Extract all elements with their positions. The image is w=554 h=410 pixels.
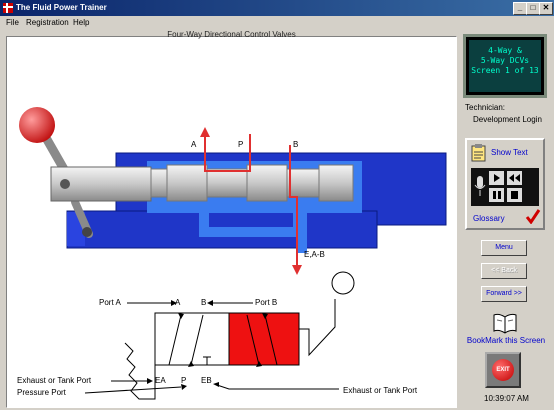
- show-text-link[interactable]: Show Text: [491, 148, 528, 157]
- symbol-eb-letter: EB: [201, 376, 212, 385]
- menu-file[interactable]: File: [6, 17, 19, 29]
- pressure-port-label: Pressure Port: [17, 388, 67, 397]
- exhaust-right-label: Exhaust or Tank Port: [343, 386, 418, 395]
- stop-button[interactable]: [507, 188, 522, 202]
- symbol-port-a-label: Port A: [99, 298, 121, 307]
- clock: 10:39:07 AM: [484, 394, 529, 403]
- exit-label: EXIT: [492, 359, 514, 381]
- valve-port-b-label: B: [293, 140, 298, 149]
- exhaust-right-leader: [216, 384, 339, 390]
- menu-registration[interactable]: Registration: [26, 17, 69, 29]
- window-title: The Fluid Power Trainer: [16, 3, 107, 12]
- checkmark-icon: [525, 209, 541, 224]
- pause-button[interactable]: [489, 188, 504, 202]
- media-controls: [471, 168, 539, 206]
- screen-line-2: 5-Way DCVs: [480, 56, 530, 65]
- screen-line-3: Screen 1 of 13: [471, 66, 539, 75]
- tools-panel: Show Text Glossary: [465, 138, 545, 230]
- symbol-port-b-label: Port B: [255, 298, 277, 307]
- notepad-icon[interactable]: [471, 144, 487, 162]
- book-icon[interactable]: [493, 312, 517, 334]
- sidebar: 4-Way & 5-Way DCVs Screen 1 of 13 Techni…: [459, 30, 554, 410]
- rewind-button[interactable]: [507, 171, 522, 185]
- lever-knob[interactable]: [19, 107, 55, 143]
- symbol-a-letter: A: [175, 298, 181, 307]
- valve-port-p-label: P: [238, 140, 243, 149]
- port-b-arrow-icon: [207, 300, 213, 306]
- exit-button[interactable]: EXIT: [485, 352, 521, 388]
- screen-display: 4-Way & 5-Way DCVs Screen 1 of 13: [463, 34, 547, 98]
- maximize-button[interactable]: □: [526, 2, 540, 15]
- symbol-p-letter: P: [181, 376, 186, 385]
- technician-label: Technician:: [465, 103, 506, 112]
- pause-icon: [493, 191, 501, 199]
- screen-text: 4-Way & 5-Way DCVs Screen 1 of 13: [469, 40, 541, 92]
- diagram-canvas: Four-Way Directional Control Valves A P …: [6, 30, 457, 408]
- menu-help[interactable]: Help: [73, 17, 89, 29]
- microphone-icon[interactable]: [474, 176, 486, 198]
- technician-name: Development Login: [473, 115, 542, 124]
- exhaust-left-arrow-icon: [147, 378, 153, 384]
- play-icon: [494, 174, 500, 182]
- symbol-ea-letter: EA: [155, 376, 166, 385]
- valve-spool: [50, 164, 354, 202]
- stop-icon: [511, 191, 518, 199]
- screen-line-1: 4-Way &: [488, 46, 522, 55]
- play-button[interactable]: [489, 171, 504, 185]
- rewind-icon: [509, 174, 520, 182]
- menu-bar: File Registration Help: [0, 16, 554, 30]
- valve-exhaust-label: E,A-B: [304, 250, 325, 259]
- valve-port-a-label: A: [191, 140, 197, 149]
- menu-button[interactable]: Menu: [481, 240, 527, 256]
- symbol-b-letter: B: [201, 298, 206, 307]
- glossary-link[interactable]: Glossary: [473, 214, 505, 223]
- close-button[interactable]: ✕: [539, 2, 553, 15]
- valve-diagram: A P B E,A-B Port A A B Port B Exhaust or…: [17, 107, 447, 400]
- app-icon: [3, 3, 13, 13]
- flow-arrow-a-icon: [200, 127, 210, 137]
- exhaust-right-arrow-icon: [213, 382, 219, 387]
- back-button[interactable]: << Back: [481, 263, 527, 279]
- bookmark-link[interactable]: BookMark this Screen: [461, 336, 551, 345]
- title-bar: The Fluid Power Trainer _ □ ✕: [0, 0, 554, 16]
- exhaust-left-label: Exhaust or Tank Port: [17, 376, 92, 385]
- forward-button[interactable]: Forward >>: [481, 286, 527, 302]
- flow-arrow-exhaust-icon: [292, 265, 302, 275]
- minimize-button[interactable]: _: [513, 2, 527, 15]
